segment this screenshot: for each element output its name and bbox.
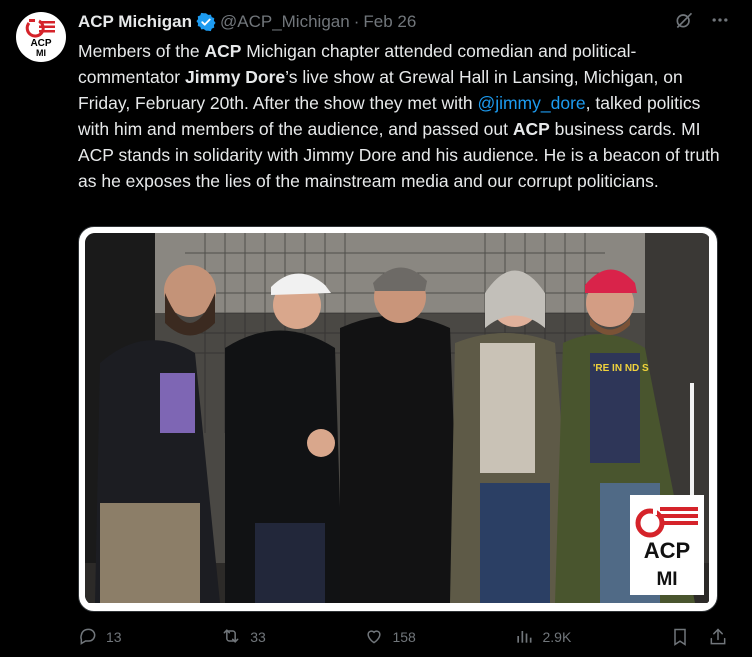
tweet-actions: 13 33 158 2.9K xyxy=(78,624,728,650)
svg-text:ACP: ACP xyxy=(644,538,690,563)
acp-logo: ACP MI xyxy=(25,19,55,58)
tweet-media[interactable]: 'RE IN ND S ACP MI xyxy=(78,226,718,612)
tweet-text-bold: ACP xyxy=(204,41,242,61)
bookmark-icon[interactable] xyxy=(670,627,690,647)
tweet-text: Members of the ACP Michigan chapter atte… xyxy=(78,38,728,194)
reply-count: 13 xyxy=(106,629,122,645)
photo-illustration: 'RE IN ND S ACP MI xyxy=(85,233,709,603)
like-count: 158 xyxy=(392,629,416,645)
more-icon[interactable] xyxy=(710,10,730,30)
separator-dot: · xyxy=(353,12,360,31)
author-handle[interactable]: @ACP_Michigan xyxy=(220,12,350,32)
svg-text:MI: MI xyxy=(656,569,677,590)
tweet-card: ACP MI ACP Michigan @ACP_Michigan · Feb … xyxy=(0,0,752,657)
share-icon[interactable] xyxy=(708,627,728,647)
reply-button[interactable]: 13 xyxy=(78,626,122,649)
avatar[interactable]: ACP MI xyxy=(16,12,66,62)
like-icon xyxy=(364,626,384,649)
views-icon xyxy=(514,626,534,649)
repost-button[interactable]: 33 xyxy=(220,626,266,649)
svg-text:'RE IN ND S: 'RE IN ND S xyxy=(593,363,649,374)
verified-badge-icon xyxy=(196,12,216,32)
like-button[interactable]: 158 xyxy=(364,626,416,649)
author-name[interactable]: ACP Michigan xyxy=(78,12,192,32)
tweet-text-bold: ACP xyxy=(512,119,550,139)
svg-text:MI: MI xyxy=(36,48,46,58)
tweet-text-bold: Jimmy Dore xyxy=(184,67,286,87)
tweet-text-part: Members of the xyxy=(78,41,205,61)
views-count: 2.9K xyxy=(542,629,572,645)
tweet-header: ACP Michigan @ACP_Michigan · Feb 26 xyxy=(78,10,732,34)
header-actions xyxy=(674,10,730,30)
repost-icon xyxy=(220,626,242,649)
repost-count: 33 xyxy=(250,629,266,645)
grok-icon[interactable] xyxy=(674,10,694,30)
tweet-date[interactable]: Feb 26 xyxy=(363,12,416,32)
group-photo[interactable]: 'RE IN ND S ACP MI xyxy=(85,233,711,605)
views-button[interactable]: 2.9K xyxy=(514,626,571,649)
reply-icon xyxy=(78,626,98,649)
acp-mi-logo: ACP MI xyxy=(630,495,704,595)
mention-link[interactable]: @jimmy_dore xyxy=(477,93,585,113)
secondary-actions xyxy=(670,627,728,647)
